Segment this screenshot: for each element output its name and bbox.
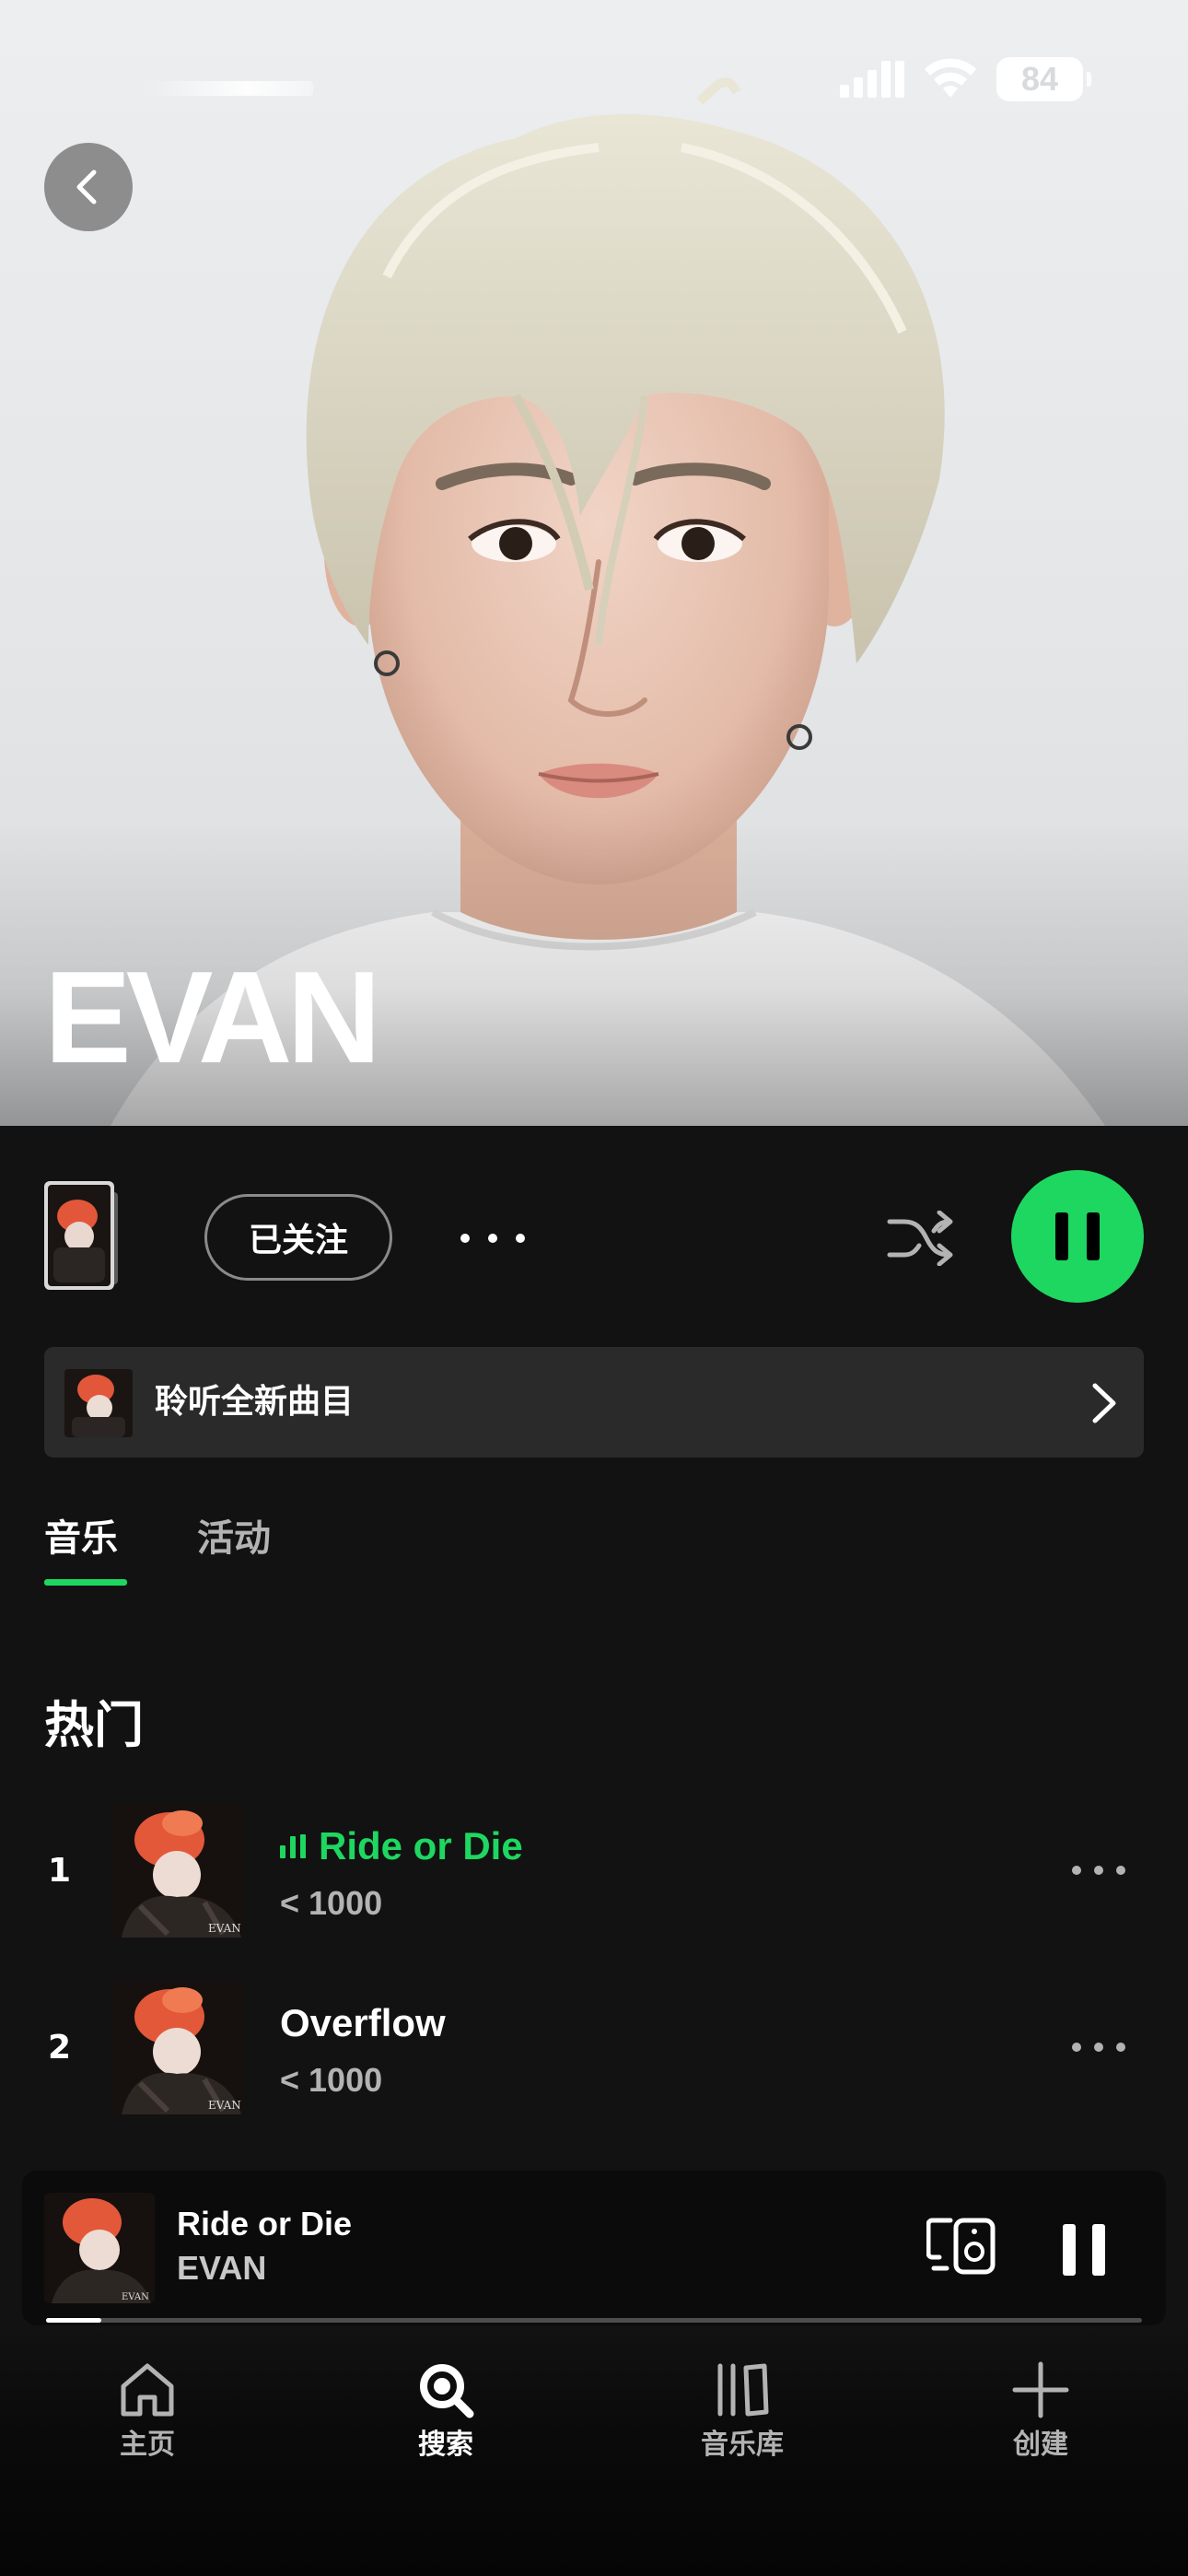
nav-create[interactable]: 创建 <box>949 2360 1133 2464</box>
new-release-banner[interactable]: 聆听全新曲目 <box>44 1347 1144 1458</box>
artist-name: EVAN <box>44 944 381 1091</box>
pause-icon <box>1055 1212 1068 1260</box>
track-rank: 2 <box>48 2029 72 2067</box>
chevron-left-icon <box>76 170 97 205</box>
active-tab-indicator <box>44 1579 127 1586</box>
pause-button[interactable] <box>1011 1170 1144 1303</box>
playback-progress[interactable] <box>46 2318 1142 2323</box>
status-bar: 84 <box>0 0 1188 138</box>
shuffle-icon[interactable] <box>886 1211 956 1266</box>
plus-icon <box>1012 2361 1069 2418</box>
new-release-cover <box>64 1369 133 1437</box>
new-release-label: 聆听全新曲目 <box>155 1383 355 1421</box>
tab-events[interactable]: 活动 <box>197 1511 271 1566</box>
track-play-count: < 1000 <box>280 1884 383 1922</box>
track-cover: EVAN <box>112 1982 245 2114</box>
library-icon <box>717 2363 769 2417</box>
nav-create-label: 创建 <box>1013 2429 1068 2461</box>
track-rank: 1 <box>48 1852 72 1890</box>
track-more-icon[interactable] <box>1072 2043 1125 2054</box>
track-cover: EVAN <box>112 1805 245 1938</box>
cellular-signal-icon <box>840 61 904 98</box>
connect-device-icon[interactable] <box>926 2217 996 2276</box>
track-row[interactable]: 1 EVAN Ride or Die < 1000 <box>0 1802 1188 1940</box>
tab-music[interactable]: 音乐 <box>44 1511 118 1566</box>
nav-home-label: 主页 <box>120 2429 175 2461</box>
nav-library-label: 音乐库 <box>701 2429 784 2461</box>
nav-search[interactable]: 搜索 <box>354 2360 538 2464</box>
nav-home[interactable]: 主页 <box>55 2360 239 2464</box>
popular-section-title: 热门 <box>44 1696 144 1754</box>
now-playing-equalizer-icon <box>280 1834 306 1858</box>
back-button[interactable] <box>44 143 133 231</box>
svg-text:EVAN: EVAN <box>122 2292 149 2302</box>
search-icon <box>420 2364 474 2418</box>
track-title: Ride or Die <box>319 1824 523 1868</box>
artist-actions: 已关注 <box>0 1126 1188 1347</box>
now-playing-bar[interactable]: EVAN Ride or Die EVAN <box>22 2171 1166 2325</box>
track-title: Overflow <box>280 2001 446 2044</box>
artist-avatar-stack[interactable] <box>44 1181 122 1290</box>
home-icon <box>121 2363 174 2417</box>
now-playing-artist: EVAN <box>177 2249 267 2287</box>
svg-text:EVAN: EVAN <box>208 1922 241 1935</box>
nav-library[interactable]: 音乐库 <box>650 2360 834 2464</box>
track-play-count: < 1000 <box>280 2061 383 2099</box>
svg-text:EVAN: EVAN <box>208 2099 241 2112</box>
battery-indicator: 84 <box>996 57 1091 101</box>
nav-search-label: 搜索 <box>418 2429 473 2461</box>
track-row[interactable]: 2 EVAN Overflow < 1000 <box>0 1979 1188 2117</box>
now-playing-cover: EVAN <box>44 2193 155 2303</box>
track-title-row: Ride or Die <box>280 1822 523 1870</box>
status-time <box>147 81 313 96</box>
artist-hero: EVAN 84 <box>0 0 1188 1126</box>
playback-progress-fill <box>46 2318 101 2323</box>
wifi-icon <box>925 58 976 98</box>
track-more-icon[interactable] <box>1072 1866 1125 1877</box>
more-options-icon[interactable] <box>460 1218 525 1259</box>
now-playing-title: Ride or Die <box>177 2205 353 2242</box>
now-playing-pause-icon[interactable] <box>1063 2224 1118 2276</box>
following-button[interactable]: 已关注 <box>204 1194 392 1281</box>
chevron-right-icon <box>1092 1383 1116 1423</box>
